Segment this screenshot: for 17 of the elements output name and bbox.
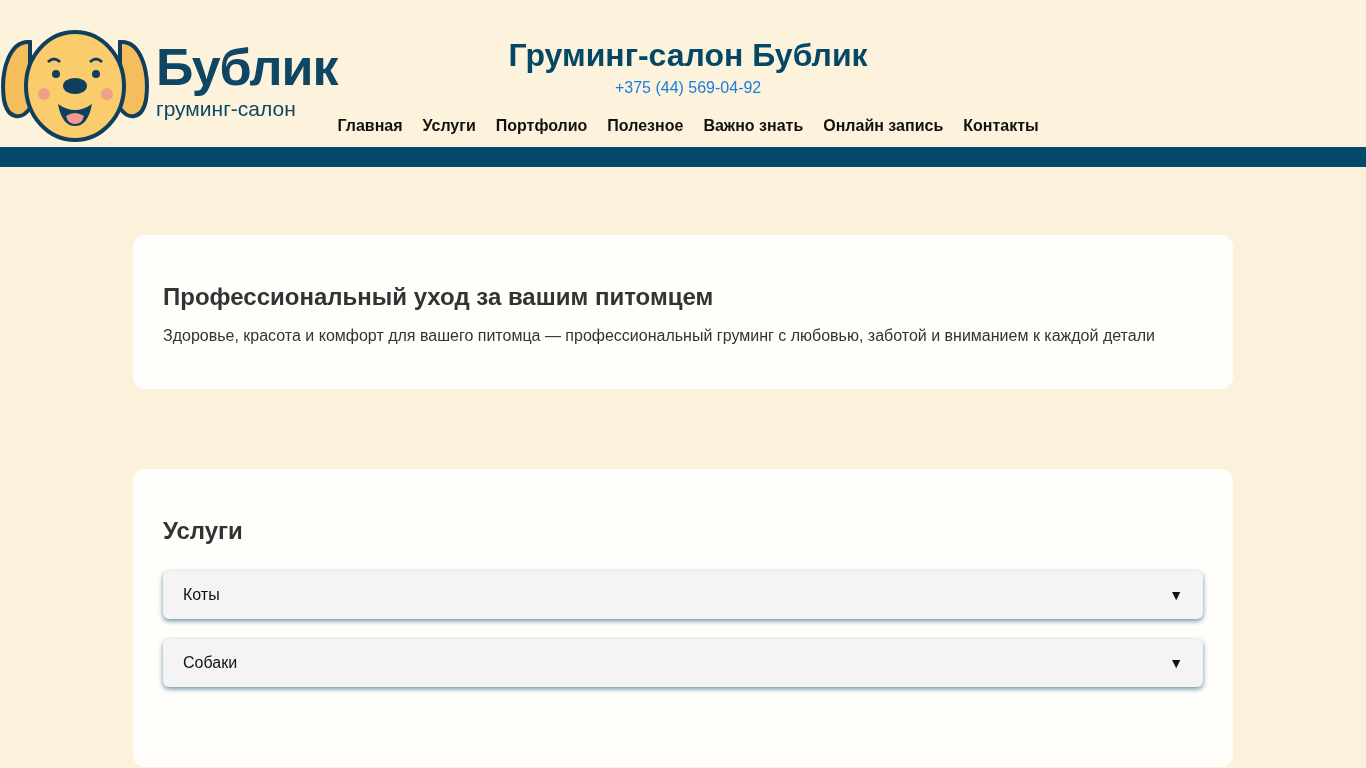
accordion-item[interactable]: Собаки ▼ — [163, 639, 1203, 687]
accordion-item[interactable]: Коты ▼ — [163, 571, 1203, 619]
intro-heading: Профессиональный уход за вашим питомцем — [163, 283, 715, 311]
nav-link[interactable]: Главная — [337, 117, 403, 136]
nav-link[interactable]: Онлайн запись — [823, 117, 944, 136]
caret-icon: ▼ — [1169, 655, 1183, 671]
phone-link[interactable]: +375 (44) 569-04-92 — [614, 79, 762, 98]
nav-link[interactable]: Важно знать — [703, 117, 804, 136]
intro-text: Здоровье, красота и комфорт для вашего питомца — профессиональный груминг с любовью, заботой и вниманием к каждой детали — [163, 327, 1156, 345]
caret-icon: ▼ — [1169, 587, 1183, 603]
nav-link[interactable]: Контакты — [963, 117, 1039, 136]
nav-link[interactable]: Портфолио — [495, 117, 588, 136]
nav-link[interactable]: Полезное — [607, 117, 684, 136]
services-heading: Услуги — [163, 517, 244, 545]
site-title: Груминг-салон Бублик — [508, 38, 868, 74]
logo-tagline: груминг-салон — [156, 96, 297, 121]
nav-link[interactable]: Услуги — [422, 117, 476, 136]
